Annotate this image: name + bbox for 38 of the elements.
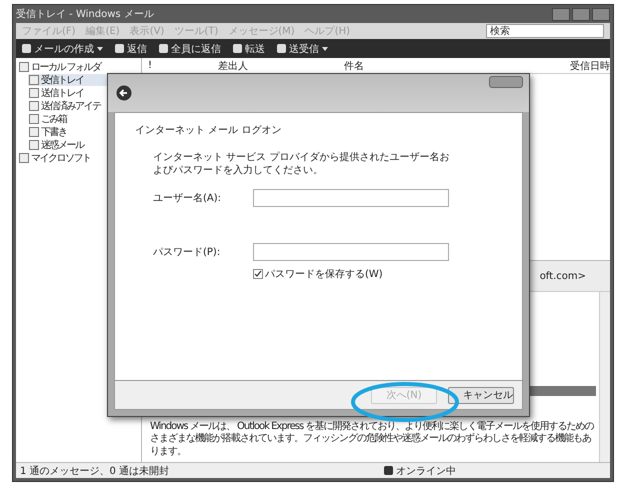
toolbar-button[interactable]: 転送 [231, 42, 267, 56]
toolbar-button[interactable]: 全員に返信 [157, 42, 223, 56]
field-label: パスワード(P): [153, 246, 222, 259]
toolbar-button[interactable]: メールの作成 [20, 42, 105, 56]
close-button[interactable] [489, 76, 523, 88]
toolbar-button[interactable]: 送受信 [275, 42, 330, 56]
status-text: 1 通のメッセージ、0 通は未開封 [20, 464, 170, 478]
caret-icon [97, 46, 103, 50]
dialog-button[interactable]: キャンセル [448, 386, 514, 404]
window-title: 受信トレイ - Windows メール [16, 8, 155, 21]
column-header[interactable]: ! [142, 60, 212, 71]
input-field[interactable] [253, 189, 449, 207]
folder-item[interactable]: 迷惑メール [28, 139, 139, 151]
preview-text: Windows メールは、 Outlook Express を基に開発されており、より便利に楽しく電子メールを使用するためのさまざまな機能が搭載されています。フィッシングの危険性や迷惑メールのわずらわしさを軽減する機能もあります。 [150, 420, 595, 458]
maximize-button[interactable] [572, 8, 590, 20]
folder-item[interactable]: ローカル フォルダ [18, 61, 139, 73]
folder-item[interactable]: 送信済みアイテ [28, 100, 139, 112]
field-label: ユーザー名(A): [153, 192, 222, 205]
column-header[interactable]: 件名 [338, 58, 564, 72]
toolbar-button[interactable]: 返信 [113, 42, 149, 56]
search-field[interactable]: 検索 [486, 24, 604, 38]
back-icon[interactable] [116, 85, 132, 101]
column-header[interactable]: 差出人 [212, 58, 338, 72]
folder-item[interactable]: マイクロソフト [18, 152, 139, 164]
folder-item[interactable]: ごみ箱 [28, 113, 139, 125]
caret-icon [322, 46, 328, 50]
instructions: インターネット サービス プロバイダから提供されたユーザー名およびパスワードを入力してください。 [153, 151, 450, 177]
checkmark-icon [254, 270, 262, 278]
input-field[interactable] [253, 243, 449, 261]
dialog-heading: インターネット メール ログオン [135, 124, 282, 137]
close-button[interactable] [592, 8, 610, 20]
minimize-button[interactable] [552, 8, 570, 20]
remember-password-checkbox[interactable]: パスワードを保存する(W) [253, 267, 502, 281]
folder-item[interactable]: 送信トレイ [28, 87, 139, 99]
column-header[interactable]: 受信日時 [564, 58, 626, 72]
scrollbar[interactable] [599, 292, 610, 462]
connection-status: オンライン中 [396, 464, 456, 478]
preview-sender: oft.com> [540, 270, 586, 282]
